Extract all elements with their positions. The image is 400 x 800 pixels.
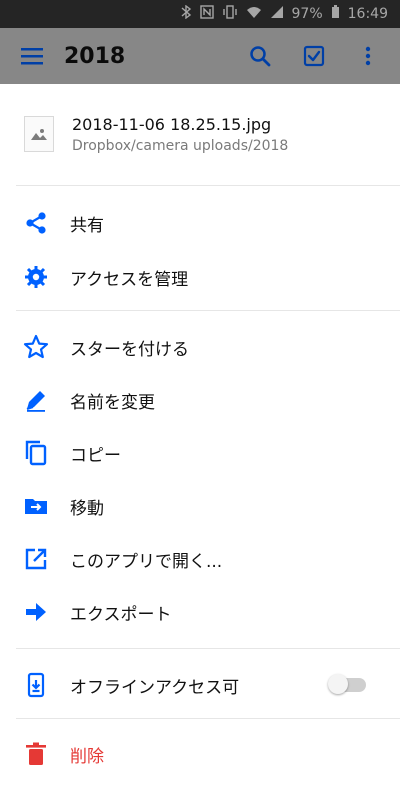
- folder-move-icon: [22, 492, 50, 520]
- file-name: 2018-11-06 18.25.15.jpg: [72, 114, 272, 134]
- open-external-icon: [22, 545, 50, 573]
- bottom-sheet: 2018-11-06 18.25.15.jpg Dropbox/camera u…: [0, 84, 400, 800]
- file-header: 2018-11-06 18.25.15.jpg Dropbox/camera u…: [0, 84, 400, 184]
- menu-item-label: このアプリで開く...: [70, 551, 223, 572]
- menu-item-move[interactable]: 移動: [0, 479, 400, 533]
- menu-item-open-with[interactable]: このアプリで開く...: [0, 532, 400, 586]
- menu-item-label: 削除: [70, 746, 104, 767]
- menu-item-label: スターを付ける: [70, 339, 189, 360]
- share-icon: [22, 209, 50, 237]
- menu-item-star[interactable]: スターを付ける: [0, 320, 400, 374]
- star-outline-icon: [22, 333, 50, 361]
- offline-toggle[interactable]: [328, 674, 366, 694]
- offline-download-icon: [22, 671, 50, 699]
- menu-item-label: 共有: [70, 215, 104, 236]
- menu-item-offline[interactable]: オフラインアクセス可: [0, 658, 400, 712]
- menu-item-copy[interactable]: コピー: [0, 426, 400, 480]
- menu-item-label: アクセスを管理: [70, 269, 189, 290]
- menu-item-label: オフラインアクセス可: [70, 677, 240, 698]
- menu-item-label: コピー: [70, 445, 121, 466]
- file-path: Dropbox/camera uploads/2018: [72, 137, 289, 154]
- pencil-icon: [22, 386, 50, 414]
- menu-item-export[interactable]: エクスポート: [0, 585, 400, 639]
- menu-item-share[interactable]: 共有: [0, 196, 400, 250]
- trash-icon: [22, 740, 50, 768]
- menu-item-manage-access[interactable]: アクセスを管理: [0, 250, 400, 304]
- arrow-right-icon: [22, 598, 50, 626]
- menu-item-label: 移動: [70, 498, 104, 519]
- menu-item-label: 名前を変更: [70, 392, 155, 413]
- image-icon: [24, 116, 54, 152]
- divider: [16, 648, 400, 649]
- toggle-knob: [328, 674, 348, 694]
- dim-overlay: [0, 0, 400, 84]
- menu-item-label: エクスポート: [70, 604, 172, 625]
- divider: [16, 718, 400, 719]
- menu-item-rename[interactable]: 名前を変更: [0, 373, 400, 427]
- copy-icon: [22, 439, 50, 467]
- divider: [16, 185, 400, 186]
- gear-icon: [22, 263, 50, 291]
- divider: [16, 310, 400, 311]
- menu-item-delete[interactable]: 削除: [0, 727, 400, 781]
